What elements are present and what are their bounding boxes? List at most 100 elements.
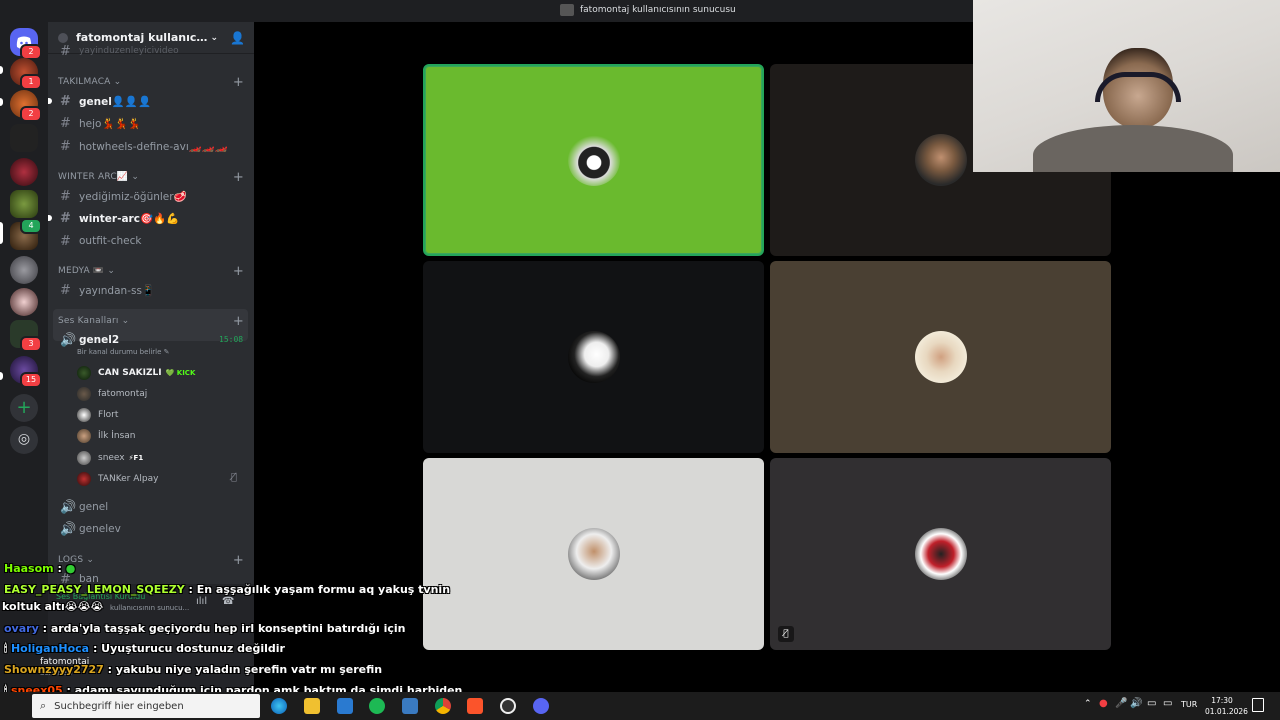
chrome-icon[interactable]: [435, 698, 451, 714]
server-icon-active[interactable]: 4: [10, 218, 42, 250]
participant-tile-5[interactable]: [423, 458, 764, 650]
network-icon[interactable]: ▭: [1147, 698, 1156, 709]
avatar: [77, 472, 91, 486]
voice-status-text: Bir kanal durumu belirle: [77, 348, 162, 356]
server-icon-8[interactable]: [10, 288, 38, 316]
add-server-icon[interactable]: +: [10, 394, 38, 422]
channel-winter-arc[interactable]: # winter-arc🎯🔥💪: [48, 208, 248, 228]
emote-icon: ●: [65, 562, 76, 575]
file-explorer-icon[interactable]: [304, 698, 320, 714]
windows-taskbar: ⌕ Suchbegriff hier eingeben ⌃ ● 🎤 🔊 ▭ ▭ …: [0, 692, 1280, 720]
server-icon-2[interactable]: 2: [10, 90, 42, 122]
server-badge: 15: [20, 372, 42, 388]
hash-icon: #: [60, 115, 71, 131]
speaker-icon: 🔊: [60, 332, 77, 348]
disconnect-icon[interactable]: ☎: [222, 596, 234, 607]
participant-tile-3[interactable]: [423, 261, 764, 453]
screenshare-thumb-icon: [560, 4, 574, 16]
add-channel-icon[interactable]: +: [233, 553, 244, 568]
participant-tile-4[interactable]: [770, 261, 1111, 453]
category-takilmaca[interactable]: TAKILMACA ⌄ +: [58, 75, 244, 90]
channel-genel[interactable]: # genel👤👤👤: [48, 91, 248, 111]
edge-icon[interactable]: [271, 698, 287, 714]
server-icon-3[interactable]: [10, 124, 38, 152]
category-logs[interactable]: LOGS ⌄ +: [58, 553, 244, 568]
channel-yayindan-ss[interactable]: # yayından-ss📱: [56, 280, 248, 300]
channel-hotwheels[interactable]: # hotwheels-define-avı🏎️🏎️🏎️: [56, 136, 248, 156]
spotify-icon[interactable]: [369, 698, 385, 714]
microphone-icon[interactable]: 🎤: [1115, 698, 1127, 709]
participant-tile-6[interactable]: 🎙̸: [770, 458, 1111, 650]
category-label: TAKILMACA: [58, 77, 111, 87]
battery-icon[interactable]: ▭: [1163, 698, 1172, 709]
chat-message: Haasom : ●: [4, 562, 76, 575]
server-badge: 4: [20, 218, 42, 234]
category-medya[interactable]: MEDYA 📼 ⌄ +: [58, 264, 244, 279]
user-name: İlk İnsan: [98, 431, 136, 441]
channel-cut-off[interactable]: # yayinduzenleyicivideo: [56, 44, 248, 58]
volume-icon[interactable]: 🔊: [1130, 698, 1142, 709]
chevron-down-icon: ⌄: [113, 77, 122, 87]
tray-app-icon[interactable]: ●: [1099, 698, 1108, 709]
muted-mic-icon: 🎙̸: [778, 626, 794, 642]
add-channel-icon[interactable]: +: [233, 75, 244, 90]
category-ses-kanallari[interactable]: Ses Kanalları ⌄ +: [58, 314, 244, 329]
obs-icon[interactable]: [500, 698, 516, 714]
invite-people-icon[interactable]: 👤: [230, 31, 245, 45]
server-folder[interactable]: 3: [10, 320, 42, 352]
add-channel-icon[interactable]: +: [233, 170, 244, 185]
voice-user-can-sakizli[interactable]: CAN SAKIZLI 💚 KICK: [77, 364, 195, 382]
avatar: [77, 451, 91, 465]
voice-timer: 15:08: [219, 335, 244, 344]
store-icon[interactable]: [337, 698, 353, 714]
calculator-icon[interactable]: [402, 698, 418, 714]
hash-icon: #: [60, 188, 71, 204]
brave-icon[interactable]: [467, 698, 483, 714]
discord-icon[interactable]: [533, 698, 549, 714]
participant-tile-speaking[interactable]: [423, 64, 764, 256]
explore-icon[interactable]: ◎: [10, 426, 38, 454]
add-channel-icon[interactable]: +: [233, 314, 244, 329]
channel-hejo[interactable]: # hejo💃💃💃: [56, 113, 248, 133]
start-button[interactable]: [0, 692, 32, 720]
chat-text: yakubu niye yaladın şerefin vatr mı şere…: [115, 663, 383, 676]
avatar: [77, 408, 91, 422]
channel-yedigimiz[interactable]: # yediğimiz-öğünler🥩: [56, 186, 248, 206]
discord-home-icon[interactable]: 2: [10, 28, 42, 60]
channel-name: hotwheels-define-avı🏎️🏎️🏎️: [79, 140, 228, 153]
chat-text: En aşşağılık yaşam formu aq yakuş tvnin: [196, 583, 451, 596]
server-icon-4[interactable]: [10, 158, 38, 186]
voice-channel-genelev[interactable]: 🔊 genelev: [56, 519, 248, 539]
pencil-icon: ✎: [163, 348, 170, 356]
chevron-down-icon: ⌄: [107, 266, 116, 276]
voice-user-ilk-insan[interactable]: İlk İnsan: [77, 427, 136, 445]
user-name: Flort: [98, 410, 119, 420]
chat-text: koltuk altı😭😭😭: [2, 600, 104, 613]
chat-message: EASY_PEASY_LEMON_SQEEZY : En aşşağılık y…: [4, 583, 451, 596]
add-channel-icon[interactable]: +: [233, 264, 244, 279]
language-indicator[interactable]: TUR: [1181, 700, 1197, 709]
channel-name: genelev: [79, 523, 121, 535]
server-icon-1[interactable]: 1: [10, 58, 42, 90]
voice-user-fatomontaj[interactable]: fatomontaj: [77, 385, 147, 403]
channel-name: yayından-ss📱: [79, 284, 155, 297]
tray-overflow-icon[interactable]: ⌃: [1084, 699, 1092, 709]
server-icon-5[interactable]: [10, 190, 38, 218]
server-icon-7[interactable]: [10, 256, 38, 284]
voice-channel-genel[interactable]: 🔊 genel: [56, 497, 248, 517]
voice-user-flort[interactable]: Flort: [77, 406, 118, 424]
voice-user-tanker-alpay[interactable]: TANKer Alpay: [77, 470, 158, 488]
channel-name: genel: [79, 501, 109, 513]
server-icon-10[interactable]: 15: [10, 356, 42, 388]
voice-user-sneex[interactable]: sneex ⚡F1: [77, 449, 143, 467]
channel-name: genel👤👤👤: [79, 95, 152, 108]
voice-status[interactable]: Bir kanal durumu belirle ✎: [77, 348, 170, 356]
user-tag: 💚 KICK: [165, 369, 196, 377]
clock[interactable]: 17:30 01.01.2026: [1205, 695, 1248, 717]
search-placeholder: Suchbegriff hier eingeben: [54, 700, 184, 712]
user-name: fatomontaj: [98, 389, 148, 399]
taskbar-search-input[interactable]: ⌕ Suchbegriff hier eingeben: [32, 694, 260, 718]
channel-outfit-check[interactable]: # outfit-check: [56, 231, 248, 251]
notification-icon[interactable]: [1252, 698, 1264, 712]
category-winter-arc[interactable]: WINTER ARC📈 ⌄ +: [58, 170, 244, 185]
